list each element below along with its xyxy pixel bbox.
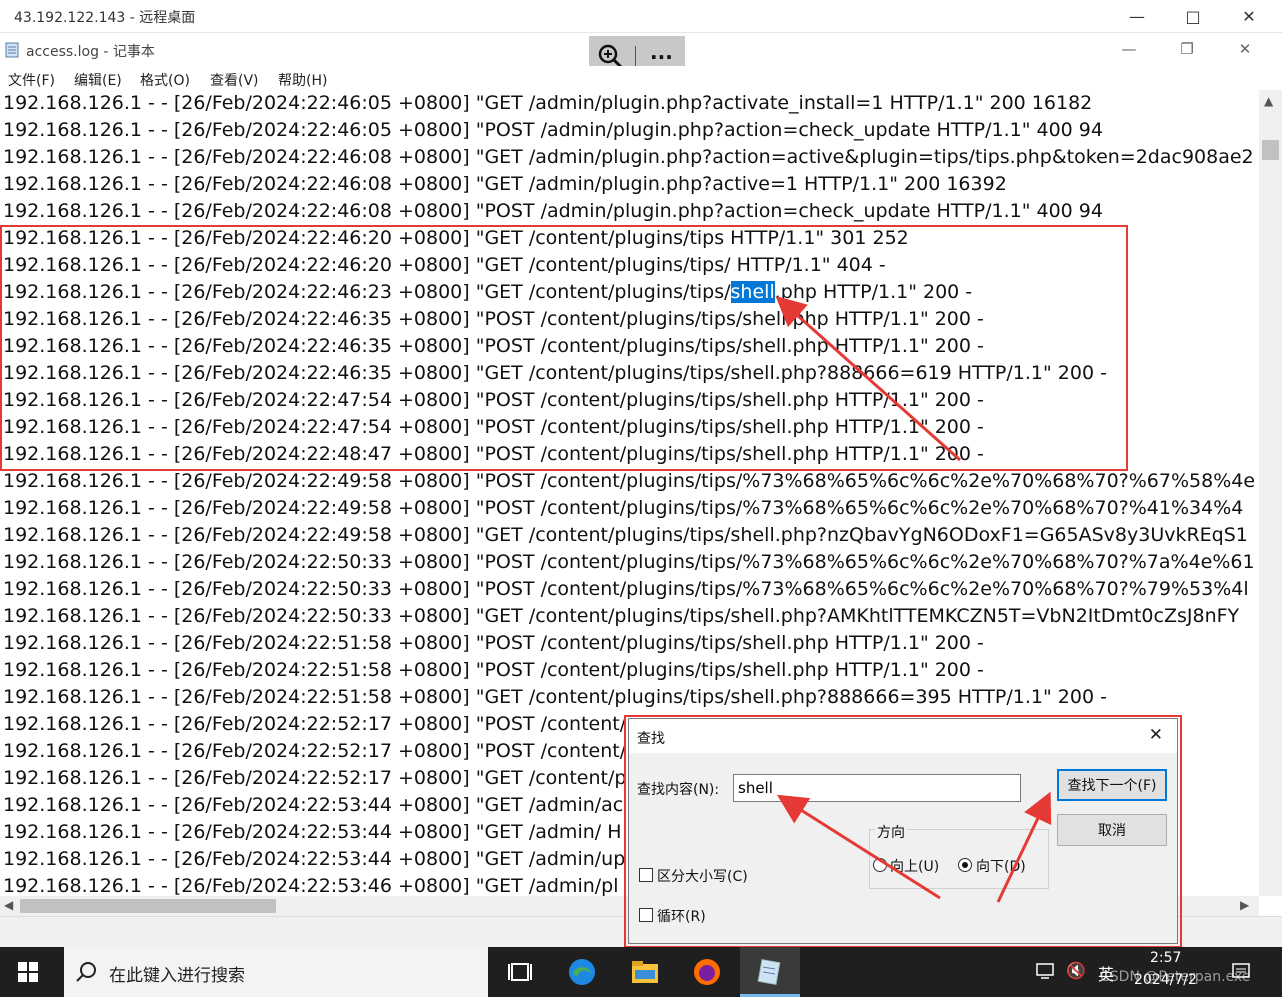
notepad-close-icon[interactable]: ✕: [1222, 33, 1268, 65]
menu-format[interactable]: 格式(O): [140, 70, 190, 90]
annotation-box-log: [0, 225, 1128, 471]
notepad-taskbar-icon: [757, 959, 781, 985]
log-line: 192.168.126.1 - - [26/Feb/2024:22:46:08 …: [3, 173, 1007, 195]
log-line: 192.168.126.1 - - [26/Feb/2024:22:53:44 …: [3, 821, 622, 843]
vertical-scroll-thumb[interactable]: [1262, 140, 1279, 160]
direction-up-label: 向上(U): [890, 859, 940, 875]
find-what-label: 查找内容(N):: [637, 782, 720, 798]
direction-up-radio[interactable]: [873, 858, 887, 872]
match-case-label: 区分大小写(C): [657, 869, 748, 885]
menu-bar: 文件(F) 编辑(E) 格式(O) 查看(V) 帮助(H): [0, 66, 1282, 90]
notepad-icon: [5, 42, 19, 58]
menu-view[interactable]: 查看(V): [210, 70, 259, 90]
horizontal-scroll-thumb[interactable]: [20, 899, 276, 913]
log-line: 192.168.126.1 - - [26/Feb/2024:22:53:44 …: [3, 848, 626, 870]
find-what-input[interactable]: [733, 774, 1021, 802]
direction-label: 方向: [875, 822, 907, 842]
log-line: 192.168.126.1 - - [26/Feb/2024:22:49:58 …: [3, 524, 1248, 546]
find-dialog: 查找 ✕ 查找内容(N): 查找下一个(F) 取消 方向 向上(U) 向下(D)…: [628, 718, 1178, 944]
scroll-left-icon[interactable]: ◀: [4, 898, 13, 912]
firefox-icon[interactable]: [691, 956, 723, 988]
vertical-scrollbar[interactable]: ▲: [1259, 90, 1282, 896]
task-view-icon[interactable]: [504, 956, 536, 988]
log-line: 192.168.126.1 - - [26/Feb/2024:22:51:58 …: [3, 659, 984, 681]
log-line: 192.168.126.1 - - [26/Feb/2024:22:52:17 …: [3, 713, 627, 735]
log-line: 192.168.126.1 - - [26/Feb/2024:22:53:44 …: [3, 794, 624, 816]
edge-browser-icon[interactable]: [566, 956, 598, 988]
notepad-restore-icon[interactable]: ❐: [1164, 33, 1210, 65]
scroll-right-icon[interactable]: ▶: [1240, 898, 1249, 912]
notepad-title: access.log - 记事本: [26, 44, 155, 60]
log-line: 192.168.126.1 - - [26/Feb/2024:22:46:05 …: [3, 119, 1103, 141]
scroll-up-icon[interactable]: ▲: [1264, 94, 1273, 108]
menu-file[interactable]: 文件(F): [8, 70, 55, 90]
log-line: 192.168.126.1 - - [26/Feb/2024:22:46:08 …: [3, 146, 1254, 168]
direction-down-label: 向下(D): [976, 859, 1026, 875]
log-line: 192.168.126.1 - - [26/Feb/2024:22:49:58 …: [3, 470, 1256, 492]
log-line: 192.168.126.1 - - [26/Feb/2024:22:53:46 …: [3, 875, 619, 896]
wrap-label: 循环(R): [657, 909, 706, 925]
taskbar-search-box[interactable]: 在此键入进行搜索: [64, 947, 488, 997]
taskbar: 在此键入进行搜索 🔇 英 2:57 2024/7/2 CSDN @Peterpa…: [0, 947, 1282, 997]
search-placeholder: 在此键入进行搜索: [109, 966, 245, 986]
find-dialog-titlebar: 查找 ✕: [629, 719, 1177, 753]
log-line: 192.168.126.1 - - [26/Feb/2024:22:52:17 …: [3, 767, 627, 789]
find-dialog-title: 查找: [637, 731, 665, 747]
log-line: 192.168.126.1 - - [26/Feb/2024:22:51:58 …: [3, 632, 984, 654]
toolbar-divider: [635, 46, 636, 68]
wrap-checkbox[interactable]: [639, 908, 653, 922]
clock-time[interactable]: 2:57: [1150, 950, 1181, 966]
log-line: 192.168.126.1 - - [26/Feb/2024:22:50:33 …: [3, 605, 1240, 627]
menu-edit[interactable]: 编辑(E): [74, 70, 122, 90]
notifications-icon[interactable]: [1232, 962, 1250, 980]
dialog-close-icon[interactable]: ✕: [1149, 725, 1163, 745]
match-case-checkbox[interactable]: [639, 868, 653, 882]
direction-down-radio[interactable]: [958, 858, 972, 872]
log-line: 192.168.126.1 - - [26/Feb/2024:22:50:33 …: [3, 551, 1255, 573]
search-icon: [76, 962, 96, 982]
minimize-icon[interactable]: —: [1114, 0, 1160, 32]
file-explorer-icon[interactable]: [629, 956, 661, 988]
maximize-icon[interactable]: □: [1170, 0, 1216, 32]
log-line: 192.168.126.1 - - [26/Feb/2024:22:51:58 …: [3, 686, 1107, 708]
menu-help[interactable]: 帮助(H): [278, 70, 327, 90]
watermark: CSDN @Peterpan.exe: [1100, 969, 1251, 985]
remote-desktop-title: 43.192.122.143 - 远程桌面: [14, 10, 196, 26]
notepad-taskbar-button[interactable]: [740, 947, 800, 997]
log-line: 192.168.126.1 - - [26/Feb/2024:22:52:17 …: [3, 740, 627, 762]
volume-muted-icon[interactable]: 🔇: [1066, 961, 1086, 981]
remote-desktop-titlebar: 43.192.122.143 - 远程桌面: [0, 0, 1282, 33]
cancel-button[interactable]: 取消: [1057, 814, 1167, 846]
find-next-button[interactable]: 查找下一个(F): [1057, 769, 1167, 801]
close-icon[interactable]: ✕: [1226, 0, 1272, 32]
notepad-minimize-icon[interactable]: —: [1106, 33, 1152, 65]
log-line: 192.168.126.1 - - [26/Feb/2024:22:46:05 …: [3, 92, 1093, 114]
log-line: 192.168.126.1 - - [26/Feb/2024:22:49:58 …: [3, 497, 1244, 519]
network-icon[interactable]: [1036, 963, 1056, 979]
log-line: 192.168.126.1 - - [26/Feb/2024:22:46:08 …: [3, 200, 1103, 222]
windows-start-icon[interactable]: [18, 962, 38, 982]
log-line: 192.168.126.1 - - [26/Feb/2024:22:50:33 …: [3, 578, 1249, 600]
